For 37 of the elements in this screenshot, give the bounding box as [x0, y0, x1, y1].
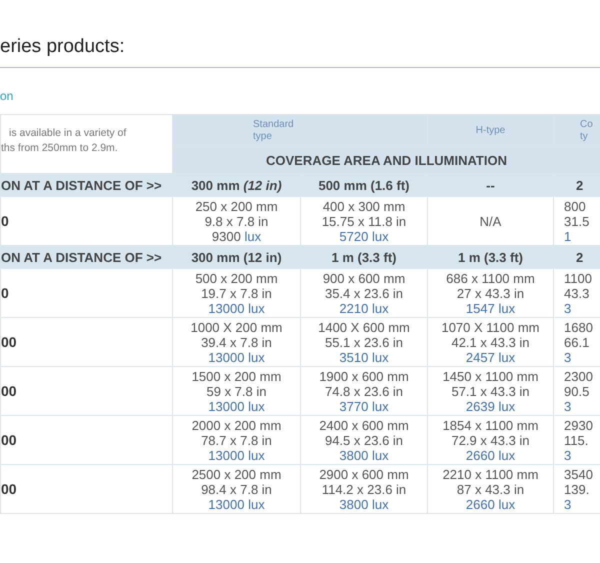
distance-header: --: [428, 174, 554, 196]
spec-cell: 900 x 600 mm 35.4 x 23.6 in 2210 lux: [300, 268, 428, 318]
spec-cell: 1070 X 1100 mm 42.1 x 43.3 in 2457 lux: [428, 318, 554, 366]
spec-cell: 2000 x 200 mm 78.7 x 7.8 in 13000 lux: [172, 416, 300, 464]
spec-cell: 2400 x 600 mm 94.5 x 23.6 in 3800 lux: [300, 416, 428, 464]
description-text: is available in a variety of ths from 250mm to 2.9m.: [0, 114, 172, 174]
distance-label: ON AT A DISTANCE OF >>: [0, 174, 172, 196]
spec-cell: 1000 X 200 mm 39.4 x 7.8 in 13000 lux: [172, 318, 300, 366]
model-cell: 00: [0, 366, 172, 416]
distance-header: 300 mm (12 in): [172, 246, 300, 268]
spec-cell: 1900 x 600 mm 74.8 x 23.6 in 3770 lux: [300, 366, 428, 416]
model-cell: 00: [0, 416, 172, 464]
page-heading: eries products:: [0, 35, 125, 58]
distance-label: ON AT A DISTANCE OF >>: [0, 246, 172, 268]
spec-cell: 1500 x 200 mm 59 x 7.8 in 13000 lux: [172, 366, 300, 416]
column-header: H-type: [428, 114, 554, 146]
distance-header: 2: [554, 246, 600, 268]
spec-cell: 1400 X 600 mm 55.1 x 23.6 in 3510 lux: [300, 318, 428, 366]
distance-header: 2: [554, 174, 600, 196]
column-header: Co ty: [554, 114, 600, 146]
spec-cell: 2500 x 200 mm 98.4 x 7.8 in 13000 lux: [172, 464, 300, 514]
model-cell: 00: [0, 318, 172, 366]
model-cell: 00: [0, 464, 172, 514]
spec-cell: 2900 x 600 mm 114.2 x 23.6 in 3800 lux: [300, 464, 428, 514]
distance-header: 500 mm (1.6 ft): [300, 174, 428, 196]
section-title: COVERAGE AREA AND ILLUMINATION: [172, 146, 600, 174]
distance-header: 1 m (3.3 ft): [428, 246, 554, 268]
distance-header: 1 m (3.3 ft): [300, 246, 428, 268]
spec-cell: 500 x 200 mm 19.7 x 7.8 in 13000 lux: [172, 268, 300, 318]
link[interactable]: on: [0, 89, 14, 103]
distance-header: 300 mm (12 in): [172, 174, 300, 196]
spec-cell: 686 x 1100 mm 27 x 43.3 in 1547 lux: [428, 268, 554, 318]
column-header: Standard type: [172, 114, 428, 146]
spec-cell: 2210 x 1100 mm 87 x 43.3 in 2660 lux: [428, 464, 554, 514]
spec-cell: 1854 x 1100 mm 72.9 x 43.3 in 2660 lux: [428, 416, 554, 464]
spec-cell: 1450 x 1100 mm 57.1 x 43.3 in 2639 lux: [428, 366, 554, 416]
model-cell: 0: [0, 268, 172, 318]
